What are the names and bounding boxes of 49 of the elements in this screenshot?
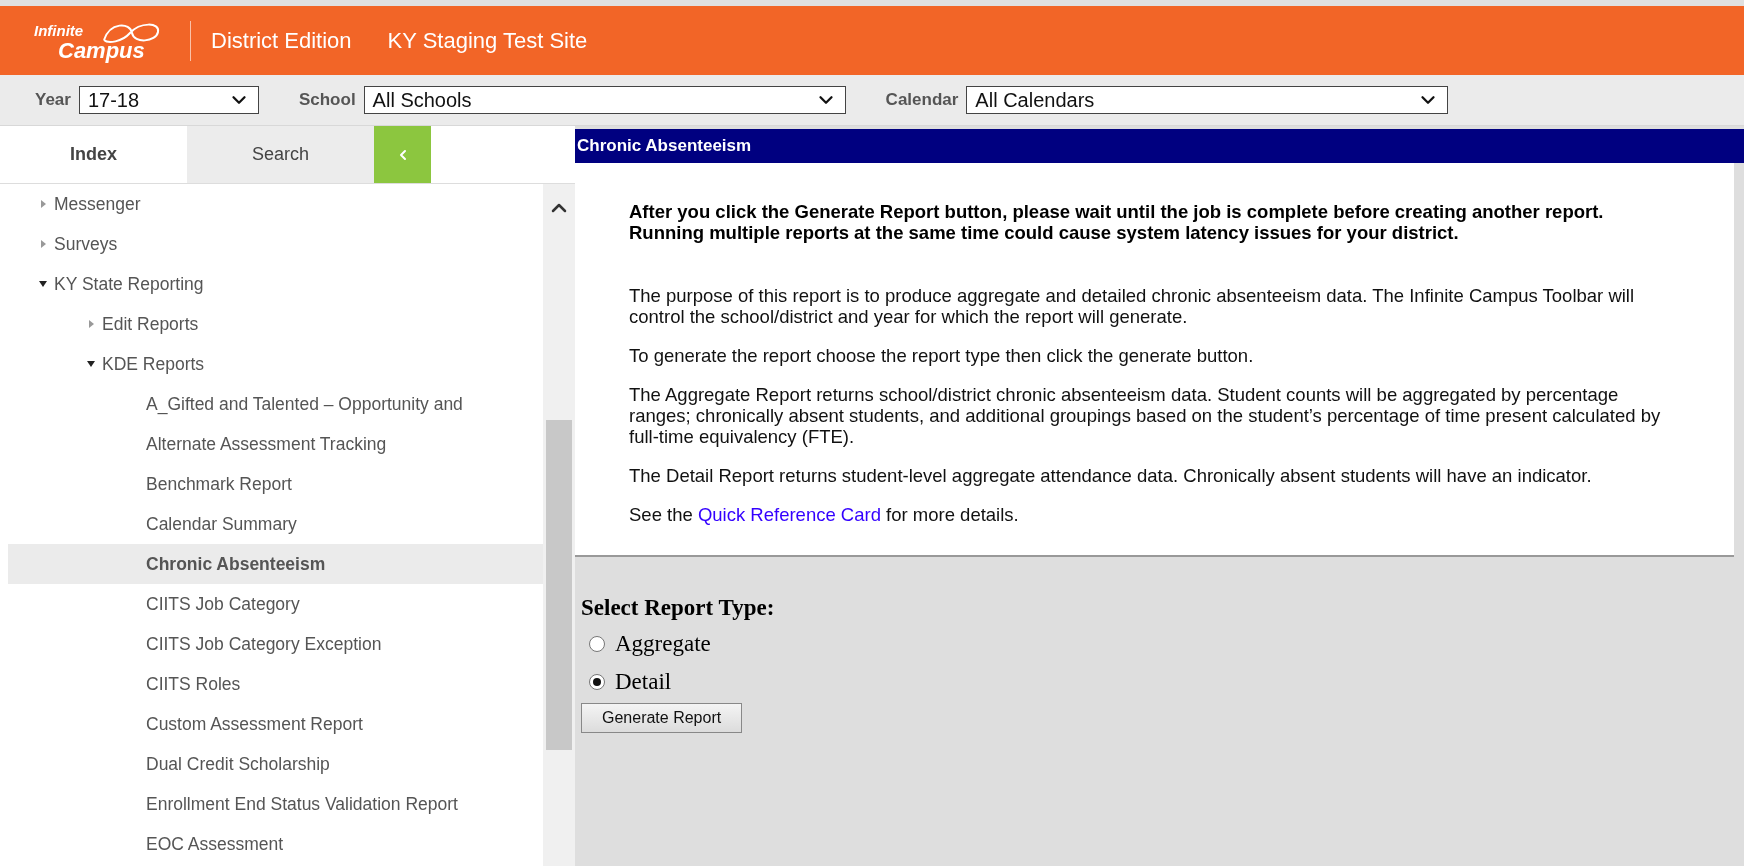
field-label: Year <box>35 90 71 110</box>
field-label: Calendar <box>885 90 959 110</box>
tree-item[interactable]: Surveys <box>8 224 543 264</box>
reference-link[interactable]: Quick Reference Card <box>697 504 881 525</box>
tree-item[interactable]: A_Gifted and Talented – Opportunity and <box>8 384 543 424</box>
caret-down-icon <box>86 359 96 369</box>
tree-item[interactable]: Custom Assessment Report <box>8 704 543 744</box>
tree-item[interactable]: CIITS Job Category <box>8 584 543 624</box>
radio-button[interactable] <box>589 636 605 652</box>
caret-right-icon <box>38 199 48 209</box>
tree-item[interactable]: CIITS Job Category Exception <box>8 624 543 664</box>
reference-text: See the Quick Reference Card for more details. <box>629 504 1020 525</box>
tree-item[interactable]: Calendar Summary <box>8 504 543 544</box>
logo-text: Campus <box>58 37 145 64</box>
tree-item[interactable]: Alternate Assessment Tracking <box>8 424 543 464</box>
description-text: To generate the report choose the report type then click the generate button. <box>629 345 1255 366</box>
tree-item[interactable]: KY State Reporting <box>8 264 543 304</box>
scroll-thumb[interactable] <box>546 420 572 750</box>
description-text: The Detail Report returns student-level aggregate attendance data. Chronically absent students will have an indicator. <box>629 465 1593 486</box>
field-label: School <box>298 90 356 110</box>
radio-option[interactable]: Aggregate <box>581 625 1738 663</box>
tree-item[interactable]: EOC Assessment <box>8 824 543 864</box>
tree-item[interactable]: KDE Reports <box>8 344 543 384</box>
tree-item[interactable]: Chronic Absenteeism <box>8 544 543 584</box>
caret-right-icon <box>86 319 96 329</box>
tree-item[interactable]: Dual Credit Scholarship <box>8 744 543 784</box>
page-title: Chronic Absenteeism <box>575 129 1744 163</box>
dropdown[interactable]: 17-18 <box>78 86 259 114</box>
tab[interactable]: Search <box>187 126 374 183</box>
radio-button[interactable] <box>589 674 605 690</box>
tree-item[interactable]: Messenger <box>8 184 543 224</box>
scrollbar[interactable] <box>543 184 575 866</box>
dropdown[interactable]: All Calendars <box>966 86 1449 114</box>
description-text: The Aggregate Report returns school/district chronic absenteeism data. Student counts will be aggregated by percentage ranges; chronically absent students, and additional groupings based on the student’s percentage of time present calculated by full-time equivalency (FTE). <box>629 384 1662 447</box>
caret-right-icon <box>38 239 48 249</box>
warning-text: After you click the Generate Report button, please wait until the job is complete before creating another report. Running multiple reports at the same time could cause system latency issues for your district. <box>629 201 1605 243</box>
site-name: KY Staging Test Site <box>387 27 588 54</box>
tree-item[interactable]: Benchmark Report <box>8 464 543 504</box>
dropdown[interactable]: All Schools <box>363 86 846 114</box>
tree-item[interactable]: CIITS Roles <box>8 664 543 704</box>
logo-text: Infinite <box>34 21 84 39</box>
description-text: The purpose of this report is to produce aggregate and detailed chronic absenteeism data. The Infinite Campus Toolbar will control the school/district and year for which the report will generate. <box>629 285 1636 327</box>
caret-down-icon <box>38 279 48 289</box>
radio-option[interactable]: Detail <box>581 663 1738 701</box>
generate-report-button[interactable]: Generate Report <box>581 703 743 733</box>
edition-label: District Edition <box>211 27 352 54</box>
tree-item[interactable]: Edit Reports <box>8 304 543 344</box>
section-heading: Select Report Type: <box>581 595 776 621</box>
tree-item[interactable]: Enrollment End Status Validation Report <box>8 784 543 824</box>
